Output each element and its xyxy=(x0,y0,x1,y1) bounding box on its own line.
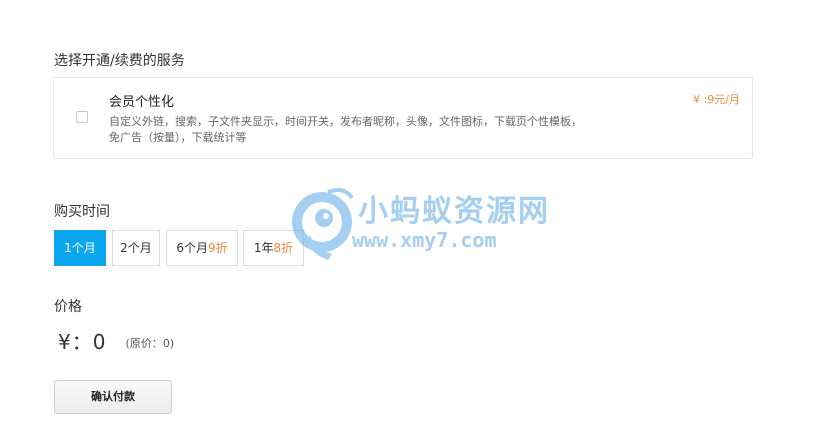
duration-section-title: 购买时间 xyxy=(54,204,110,220)
watermark-brand: 小蚂蚁资源网 xyxy=(358,194,550,229)
watermark-url: www.xmy7.com xyxy=(352,228,497,252)
service-card[interactable]: 会员个性化 自定义外链，搜索，子文件夹显示，时间开关，发布者昵称，头像，文件图标… xyxy=(53,77,753,159)
price-amount: ¥：0 xyxy=(58,330,107,354)
price-line: ¥：0 (原价：0) xyxy=(58,326,174,354)
duration-option-1-year[interactable]: 1年8折 xyxy=(243,230,304,266)
duration-label: 1年 xyxy=(253,241,274,255)
service-checkbox[interactable] xyxy=(76,111,88,123)
service-section-title: 选择开通/续费的服务 xyxy=(54,53,185,69)
confirm-payment-button[interactable]: 确认付款 xyxy=(54,380,172,414)
service-price: ¥ :9元/月 xyxy=(693,93,740,106)
duration-option-2-months[interactable]: 2个月 xyxy=(112,230,160,266)
duration-label: 2个月 xyxy=(120,241,152,255)
duration-option-1-month[interactable]: 1个月 xyxy=(54,230,106,266)
duration-label: 6个月 xyxy=(176,241,208,255)
service-description: 自定义外链，搜索，子文件夹显示，时间开关，发布者昵称，头像，文件图标，下载页个性… xyxy=(109,115,582,144)
payment-page: 选择开通/续费的服务 会员个性化 自定义外链，搜索，子文件夹显示，时间开关，发布… xyxy=(0,0,822,444)
duration-label: 1个月 xyxy=(64,241,96,255)
price-section-title: 价格 xyxy=(54,299,82,315)
discount-badge: 9折 xyxy=(208,241,228,255)
discount-badge: 8折 xyxy=(273,241,294,255)
watermark: 小蚂蚁资源网 www.xmy7.com xyxy=(288,184,548,264)
original-price: (原价：0) xyxy=(125,337,175,350)
service-name: 会员个性化 xyxy=(109,95,175,110)
duration-option-6-months[interactable]: 6个月9折 xyxy=(166,230,238,266)
